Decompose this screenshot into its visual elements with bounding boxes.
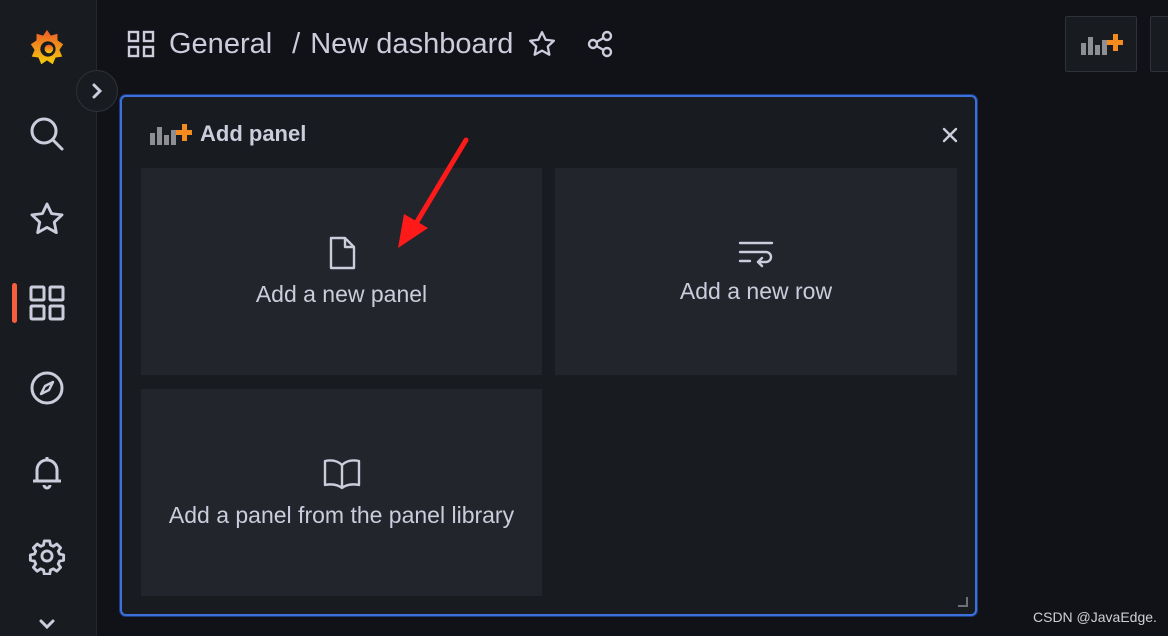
- annotation-arrow: [398, 137, 469, 248]
- file-icon: [329, 236, 355, 270]
- resize-handle[interactable]: [958, 597, 968, 607]
- apps-grid-icon: [127, 30, 155, 58]
- add-new-panel-button[interactable]: Add a new panel: [141, 168, 542, 375]
- search-icon[interactable]: [27, 114, 67, 154]
- chevron-right-icon: [92, 83, 103, 99]
- option-label: Add a panel from the panel library: [168, 502, 515, 528]
- sidebar-expand-button[interactable]: [76, 70, 118, 112]
- close-icon[interactable]: [938, 123, 962, 147]
- add-panel-widget: Add panel Add a new panel Add a new row …: [120, 95, 977, 616]
- star-icon[interactable]: [527, 29, 557, 59]
- breadcrumb: General / New dashboard: [127, 22, 615, 66]
- dashboard-settings-button[interactable]: [1150, 16, 1168, 72]
- add-panel-button[interactable]: [1065, 16, 1137, 72]
- gear-icon[interactable]: [27, 536, 67, 576]
- add-panel-icon: [1081, 34, 1123, 55]
- bell-icon[interactable]: [27, 452, 67, 492]
- breadcrumb-separator: /: [292, 27, 301, 60]
- grafana-logo-icon[interactable]: [27, 28, 67, 68]
- option-label: Add a new row: [679, 278, 833, 304]
- share-icon[interactable]: [585, 29, 615, 59]
- add-panel-from-library-button[interactable]: Add a panel from the panel library: [141, 389, 542, 596]
- option-label: Add a new panel: [255, 281, 428, 307]
- breadcrumb-folder[interactable]: General: [169, 28, 272, 61]
- star-icon[interactable]: [27, 199, 67, 239]
- book-open-icon: [323, 459, 360, 490]
- add-panel-icon: [150, 124, 192, 145]
- modal-title: Add panel: [200, 121, 307, 146]
- dashboard-title[interactable]: New dashboard: [310, 28, 513, 61]
- compass-icon[interactable]: [27, 368, 67, 408]
- apps-grid-icon[interactable]: [27, 283, 67, 323]
- chevron-down-icon[interactable]: [27, 612, 67, 636]
- wrap-text-icon: [738, 241, 774, 268]
- modal-header: Add panel: [148, 121, 306, 147]
- add-new-row-button[interactable]: Add a new row: [555, 168, 957, 375]
- watermark: CSDN @JavaEdge.: [1033, 609, 1157, 625]
- active-indicator: [12, 283, 17, 323]
